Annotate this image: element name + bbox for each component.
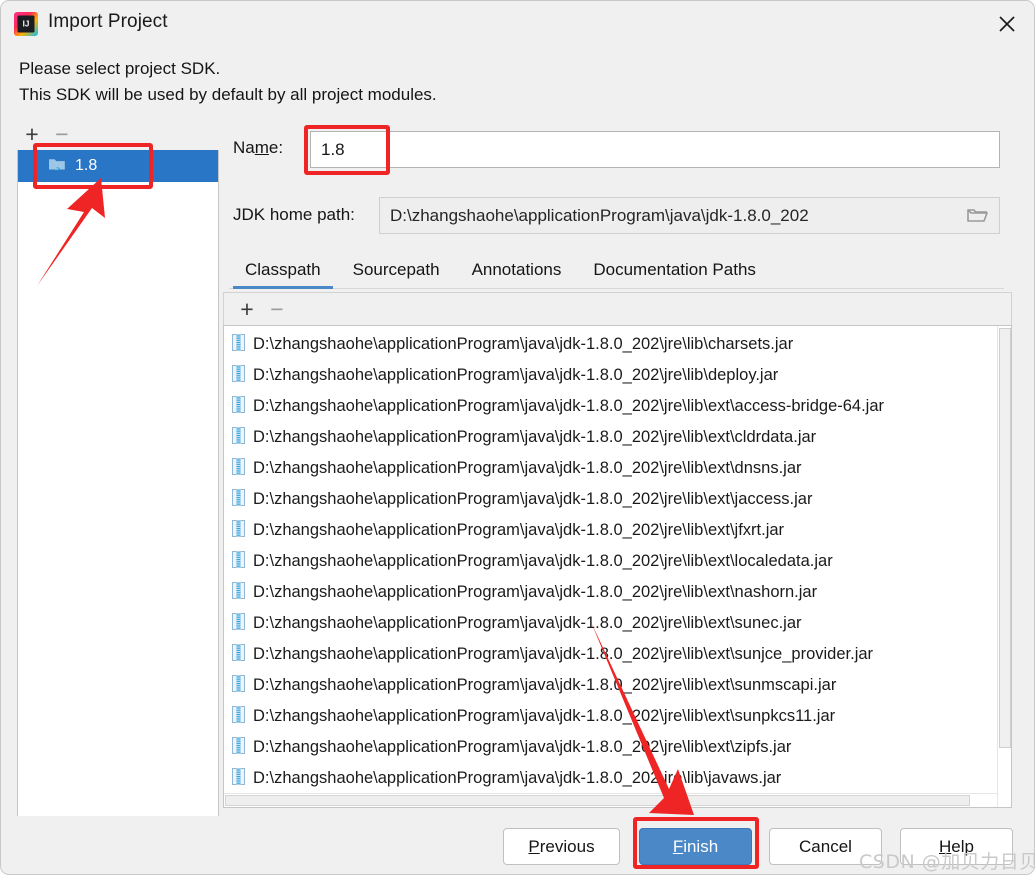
folder-browse-icon[interactable]	[955, 198, 999, 233]
jar-file-icon	[232, 488, 245, 511]
previous-button-label: revious	[539, 836, 595, 856]
sdk-list-item-1-8[interactable]: 1.8	[18, 150, 218, 182]
add-sdk-button[interactable]: +	[17, 121, 47, 149]
name-label-suffix: e:	[268, 138, 284, 157]
classpath-row[interactable]: D:\zhangshaohe\applicationProgram\java\j…	[224, 732, 998, 763]
classpath-toolbar: + −	[223, 292, 1012, 325]
close-icon[interactable]	[978, 1, 1034, 47]
dialog-footer: Previous Finish Cancel Help	[1, 816, 1034, 874]
cancel-button-label: Cancel	[799, 836, 852, 856]
jar-file-icon	[232, 581, 245, 604]
classpath-row[interactable]: D:\zhangshaohe\applicationProgram\java\j…	[224, 608, 998, 639]
classpath-row-label: D:\zhangshaohe\applicationProgram\java\j…	[253, 366, 779, 384]
classpath-row[interactable]: D:\zhangshaohe\applicationProgram\java\j…	[224, 546, 998, 577]
classpath-row[interactable]: D:\zhangshaohe\applicationProgram\java\j…	[224, 453, 998, 484]
java-sdk-folder-icon	[48, 156, 67, 177]
classpath-row-label: D:\zhangshaohe\applicationProgram\java\j…	[253, 769, 782, 787]
finish-button-label: inish	[683, 836, 719, 856]
classpath-row-label: D:\zhangshaohe\applicationProgram\java\j…	[253, 707, 836, 725]
instruction-line-1: Please select project SDK.	[19, 59, 221, 78]
jar-file-icon	[232, 395, 245, 418]
jar-file-icon	[232, 364, 245, 387]
classpath-horizontal-scrollbar-thumb[interactable]	[225, 795, 970, 806]
finish-button[interactable]: Finish	[639, 828, 752, 865]
classpath-row-label: D:\zhangshaohe\applicationProgram\java\j…	[253, 397, 885, 415]
classpath-row[interactable]: D:\zhangshaohe\applicationProgram\java\j…	[224, 360, 998, 391]
previous-button-mnemonic: P	[528, 836, 540, 856]
jar-file-icon	[232, 612, 245, 635]
jar-file-icon	[232, 333, 245, 356]
classpath-row-label: D:\zhangshaohe\applicationProgram\java\j…	[253, 676, 837, 694]
tab-sourcepath[interactable]: Sourcepath	[337, 260, 456, 289]
add-classpath-button[interactable]: +	[232, 295, 262, 323]
sdk-detail-tabs: Classpath Sourcepath Annotations Documen…	[229, 253, 1004, 289]
classpath-row-label: D:\zhangshaohe\applicationProgram\java\j…	[253, 552, 833, 570]
classpath-horizontal-scrollbar[interactable]	[224, 793, 997, 807]
sdk-list-item-label: 1.8	[75, 157, 98, 174]
classpath-row-label: D:\zhangshaohe\applicationProgram\java\j…	[253, 738, 792, 756]
jar-file-icon	[232, 767, 245, 790]
jar-file-icon	[232, 426, 245, 449]
jar-file-icon	[232, 643, 245, 666]
jdk-home-path-value: D:\zhangshaohe\applicationProgram\java\j…	[390, 205, 809, 225]
import-project-dialog: IJ Import Project Please select project …	[0, 0, 1035, 875]
classpath-row-label: D:\zhangshaohe\applicationProgram\java\j…	[253, 459, 802, 477]
previous-button[interactable]: Previous	[503, 828, 620, 865]
classpath-row[interactable]: D:\zhangshaohe\applicationProgram\java\j…	[224, 670, 998, 701]
classpath-row-label: D:\zhangshaohe\applicationProgram\java\j…	[253, 645, 874, 663]
jar-file-icon	[232, 519, 245, 542]
jar-file-icon	[232, 550, 245, 573]
tab-documentation-paths[interactable]: Documentation Paths	[577, 260, 772, 289]
classpath-row-label: D:\zhangshaohe\applicationProgram\java\j…	[253, 614, 802, 632]
svg-text:IJ: IJ	[23, 20, 30, 29]
intellij-idea-icon: IJ	[14, 12, 38, 36]
classpath-row[interactable]: D:\zhangshaohe\applicationProgram\java\j…	[224, 577, 998, 608]
classpath-row[interactable]: D:\zhangshaohe\applicationProgram\java\j…	[224, 391, 998, 422]
classpath-vertical-scrollbar-thumb[interactable]	[999, 328, 1011, 748]
classpath-row[interactable]: D:\zhangshaohe\applicationProgram\java\j…	[224, 701, 998, 732]
remove-classpath-button[interactable]: −	[262, 295, 292, 323]
classpath-vertical-scrollbar[interactable]	[997, 326, 1011, 807]
jdk-home-path-field[interactable]: D:\zhangshaohe\applicationProgram\java\j…	[379, 197, 1000, 234]
title-bar: IJ Import Project	[1, 1, 1034, 47]
remove-sdk-button[interactable]: −	[47, 121, 77, 149]
classpath-row[interactable]: D:\zhangshaohe\applicationProgram\java\j…	[224, 422, 998, 453]
classpath-row[interactable]: D:\zhangshaohe\applicationProgram\java\j…	[224, 639, 998, 670]
window-title: Import Project	[48, 11, 168, 32]
classpath-row-label: D:\zhangshaohe\applicationProgram\java\j…	[253, 583, 818, 601]
cancel-button[interactable]: Cancel	[769, 828, 882, 865]
classpath-row[interactable]: D:\zhangshaohe\applicationProgram\java\j…	[224, 329, 998, 360]
help-button[interactable]: Help	[900, 828, 1013, 865]
classpath-row-label: D:\zhangshaohe\applicationProgram\java\j…	[253, 335, 794, 353]
help-button-mnemonic: H	[939, 836, 952, 856]
tab-annotations[interactable]: Annotations	[456, 260, 578, 289]
classpath-row-label: D:\zhangshaohe\applicationProgram\java\j…	[253, 490, 813, 508]
finish-button-mnemonic: F	[672, 836, 684, 856]
jar-file-icon	[232, 736, 245, 759]
name-label-prefix: Na	[233, 138, 255, 157]
tab-classpath[interactable]: Classpath	[229, 260, 337, 289]
classpath-row-label: D:\zhangshaohe\applicationProgram\java\j…	[253, 428, 817, 446]
name-label: Name:	[233, 138, 283, 158]
name-input[interactable]	[310, 131, 1000, 168]
classpath-list: D:\zhangshaohe\applicationProgram\java\j…	[223, 325, 1012, 808]
classpath-row-label: D:\zhangshaohe\applicationProgram\java\j…	[253, 521, 785, 539]
classpath-list-rows: D:\zhangshaohe\applicationProgram\java\j…	[224, 329, 998, 794]
jdk-home-path-label: JDK home path:	[233, 205, 355, 224]
jar-file-icon	[232, 705, 245, 728]
sdk-list-toolbar: + −	[17, 119, 219, 150]
sdk-list: 1.8	[17, 150, 219, 818]
classpath-row[interactable]: D:\zhangshaohe\applicationProgram\java\j…	[224, 763, 998, 794]
name-label-mnemonic: m	[254, 138, 269, 157]
classpath-row[interactable]: D:\zhangshaohe\applicationProgram\java\j…	[224, 484, 998, 515]
jar-file-icon	[232, 674, 245, 697]
jar-file-icon	[232, 457, 245, 480]
help-button-label: elp	[951, 836, 974, 856]
classpath-row[interactable]: D:\zhangshaohe\applicationProgram\java\j…	[224, 515, 998, 546]
instruction-line-2: This SDK will be used by default by all …	[19, 85, 437, 104]
